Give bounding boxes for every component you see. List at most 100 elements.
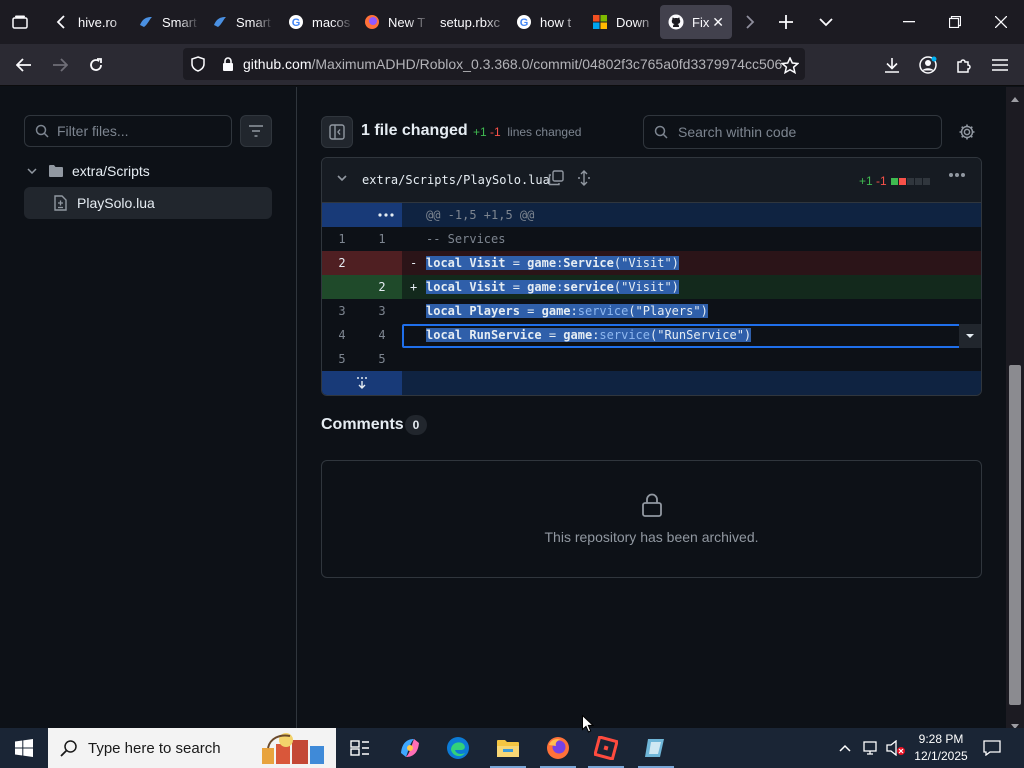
expand-up-button[interactable]: [322, 203, 402, 227]
downloads-icon[interactable]: [876, 44, 908, 86]
address-bar[interactable]: github.com/MaximumADHD/Roblox_0.3.368.0/…: [183, 48, 805, 80]
selected-text: local Visit = game:service("Visit"): [426, 280, 679, 294]
tab-title: Down: [616, 14, 650, 30]
minimize-window-icon[interactable]: [886, 0, 932, 44]
selected-text: local Players = game:service("Players"): [426, 304, 708, 318]
app-icon[interactable]: [632, 728, 680, 768]
scroll-up-arrow-icon[interactable]: [1011, 89, 1019, 107]
show-hidden-icons-chevron-icon[interactable]: [830, 728, 860, 768]
expand-all-icon[interactable]: [577, 170, 591, 186]
filter-options-button[interactable]: [240, 115, 272, 147]
tab[interactable]: Down: [584, 5, 658, 39]
taskbar-search-box[interactable]: Type here to search: [48, 728, 336, 768]
hunk-header-row: @@ -1,5 +1,5 @@: [322, 203, 981, 227]
reload-icon[interactable]: [80, 44, 112, 86]
tab[interactable]: setup.rbxc: [432, 5, 508, 39]
new-line-number[interactable]: 3: [362, 299, 402, 323]
firefox-view-icon[interactable]: [4, 0, 36, 44]
account-icon[interactable]: [912, 44, 944, 86]
toggle-file-tree-button[interactable]: [321, 116, 353, 148]
old-line-number[interactable]: 1: [322, 227, 362, 251]
scrollbar-thumb[interactable]: [1009, 365, 1021, 705]
expand-down-icon: [356, 377, 368, 389]
forward-arrow-icon[interactable]: [44, 44, 76, 86]
new-tab-icon[interactable]: [770, 0, 802, 44]
list-all-tabs-icon[interactable]: [810, 0, 842, 44]
close-window-icon[interactable]: [978, 0, 1024, 44]
firefox-taskbar-icon[interactable]: [534, 728, 582, 768]
diff-line-context[interactable]: 1 1 -- Services: [322, 227, 981, 251]
hunk-header-text: @@ -1,5 +1,5 @@: [426, 208, 535, 222]
file-tree-item-playsolo[interactable]: PlaySolo.lua: [24, 187, 272, 219]
system-clock[interactable]: 9:28 PM 12/1/2025: [910, 731, 972, 765]
windows-start-icon[interactable]: [0, 728, 48, 768]
diff-marker: +: [410, 280, 418, 294]
restore-window-icon[interactable]: [932, 0, 978, 44]
search-icon: [60, 739, 78, 757]
lock-icon[interactable]: [213, 56, 243, 72]
tab-title: setup.rbxc: [440, 14, 500, 30]
diff-line-context[interactable]: 4 4 local RunService = game:service("RunSe…: [322, 323, 981, 347]
extensions-puzzle-icon[interactable]: [948, 44, 980, 86]
tab-title: hive.ro: [78, 14, 118, 30]
gear-icon: [958, 123, 976, 141]
notifications-icon[interactable]: [972, 728, 1012, 768]
new-line-number[interactable]: 5: [362, 347, 402, 371]
bookmark-star-icon[interactable]: [774, 44, 806, 86]
diff-settings-button[interactable]: [954, 119, 980, 145]
file-tree-directory[interactable]: extra/Scripts: [24, 159, 272, 183]
diff-line-context[interactable]: 3 3 local Players = game:service("Players"…: [322, 299, 981, 323]
new-line-number[interactable]: 4: [362, 323, 402, 347]
diff-line-del[interactable]: 2 - local Visit = game:Service("Visit"): [322, 251, 981, 275]
task-view-icon[interactable]: [336, 728, 384, 768]
hamburger-menu-icon[interactable]: [984, 44, 1016, 86]
tab-title: Smart: [162, 14, 197, 30]
tab-active[interactable]: Fix ✕: [660, 5, 732, 39]
tab[interactable]: Smart: [130, 5, 200, 39]
expand-down-row: [322, 371, 981, 395]
tab-scroll-right-icon[interactable]: [736, 0, 764, 44]
kebab-menu-icon[interactable]: [948, 172, 966, 178]
back-arrow-icon[interactable]: [8, 44, 40, 86]
volume-muted-icon[interactable]: [882, 728, 910, 768]
copy-path-icon[interactable]: [548, 170, 564, 186]
lines-changed-label: lines changed: [507, 125, 582, 139]
clock-date: 12/1/2025: [914, 749, 968, 763]
copilot-icon[interactable]: [386, 728, 434, 768]
old-line-number[interactable]: 4: [322, 323, 362, 347]
comments-heading: Comments: [321, 416, 404, 433]
diff-line-context[interactable]: 55: [322, 347, 981, 371]
expand-down-button[interactable]: [322, 371, 402, 395]
directory-name: extra/Scripts: [72, 163, 150, 179]
file-explorer-icon[interactable]: [484, 728, 532, 768]
tab[interactable]: New T: [356, 5, 430, 39]
diff-file-header: extra/Scripts/PlaySolo.lua +1 -1: [322, 158, 981, 203]
tab[interactable]: G how t: [508, 5, 584, 39]
line-options-button[interactable]: [959, 324, 981, 348]
mouse-cursor-icon: [582, 714, 595, 738]
tab[interactable]: G macos: [280, 5, 354, 39]
chevron-down-icon: [24, 168, 40, 174]
page-scrollbar[interactable]: [1006, 87, 1024, 729]
google-icon: G: [516, 14, 532, 30]
edge-browser-icon[interactable]: [434, 728, 482, 768]
old-line-number[interactable]: 2: [322, 251, 362, 275]
sidebar-divider[interactable]: [296, 87, 297, 728]
tracking-protection-shield-icon[interactable]: [183, 56, 213, 72]
diff-line-add[interactable]: 2 + local Visit = game:service("Visit"): [322, 275, 981, 299]
filter-files-input[interactable]: Filter files...: [24, 115, 232, 147]
close-tab-icon[interactable]: ✕: [712, 14, 724, 31]
tab[interactable]: Smart: [204, 5, 274, 39]
network-icon[interactable]: [858, 728, 884, 768]
tab[interactable]: hive.ro: [70, 5, 128, 39]
tab-title: Smart: [236, 14, 271, 30]
diff-file-path[interactable]: extra/Scripts/PlaySolo.lua: [362, 173, 550, 187]
search-within-code-input[interactable]: Search within code: [643, 115, 942, 149]
tab-title: how t: [540, 14, 572, 30]
old-line-number[interactable]: 3: [322, 299, 362, 323]
filter-files-placeholder: Filter files...: [57, 123, 129, 139]
old-line-number[interactable]: 5: [322, 347, 362, 371]
new-line-number[interactable]: 1: [362, 227, 402, 251]
new-line-number[interactable]: 2: [362, 275, 402, 299]
collapse-file-chevron-icon[interactable]: [336, 172, 348, 184]
